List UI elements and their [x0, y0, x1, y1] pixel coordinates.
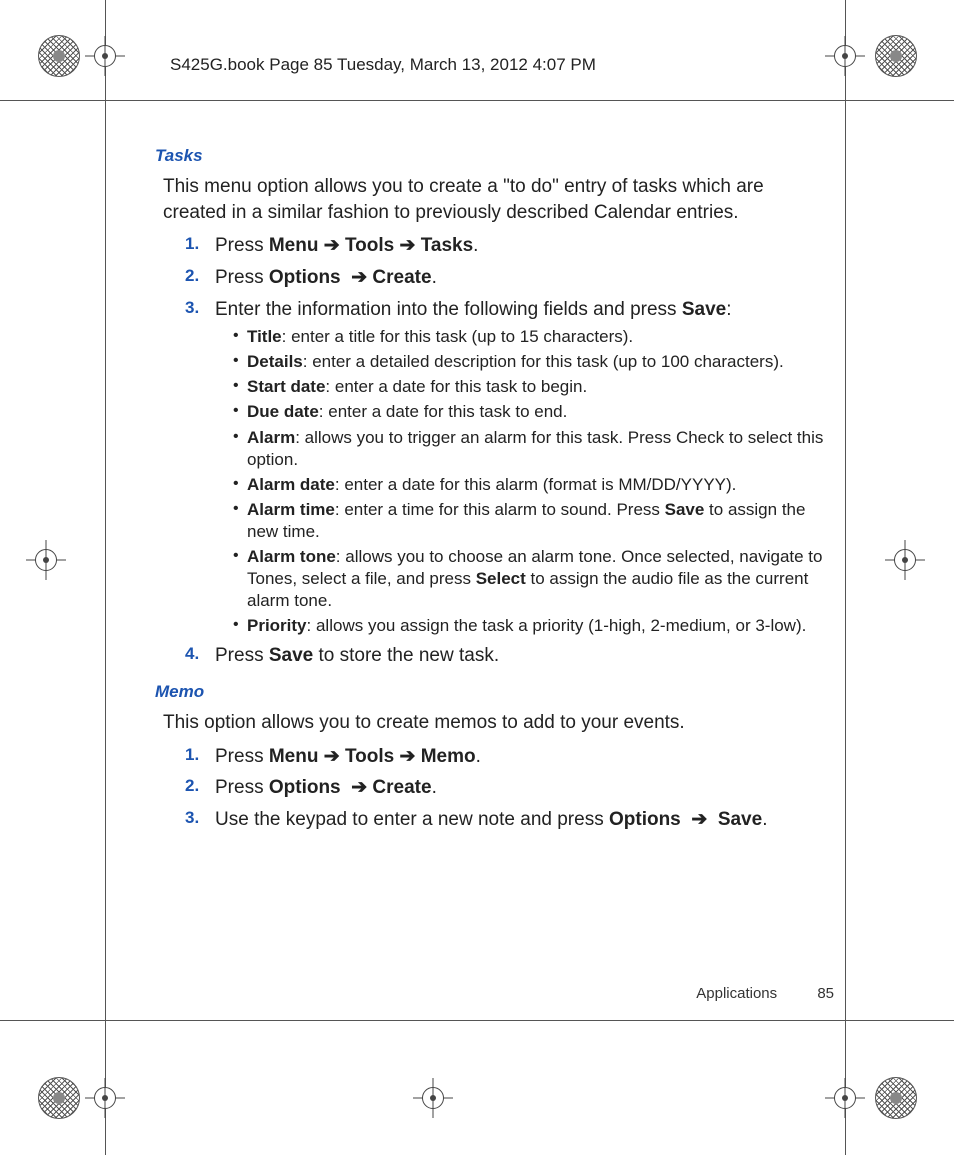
step-text: Enter the information into the following…: [215, 299, 731, 320]
step-text: Press Options ➔ Create.: [215, 777, 437, 798]
arrow-icon: ➔: [400, 746, 416, 767]
page-footer: Applications 85: [696, 985, 834, 1002]
header-text: S425G.book Page 85 Tuesday, March 13, 20…: [170, 55, 596, 75]
tasks-steps: 1. Press Menu ➔ Tools ➔ Tasks. 2. Press …: [185, 233, 825, 669]
registration-mark-icon: [825, 1078, 865, 1118]
arrow-icon: ➔: [324, 235, 340, 256]
step-number: 3.: [185, 297, 199, 320]
section-heading-tasks: Tasks: [155, 145, 825, 168]
list-item: Alarm tone: allows you to choose an alar…: [233, 546, 825, 612]
list-item: Details: enter a detailed description fo…: [233, 351, 825, 373]
crop-line-left: [105, 0, 106, 1155]
step-number: 1.: [185, 233, 199, 256]
step-text: Press Save to store the new task.: [215, 645, 499, 666]
step-number: 3.: [185, 807, 199, 830]
step-text: Press Menu ➔ Tools ➔ Memo.: [215, 746, 481, 767]
arrow-icon: ➔: [324, 746, 340, 767]
arrow-icon: ➔: [691, 809, 707, 830]
registration-mark-icon: [26, 540, 66, 580]
field-list: Title: enter a title for this task (up t…: [233, 326, 825, 637]
registration-mark-icon: [85, 1078, 125, 1118]
corner-hatch-icon: [38, 35, 80, 77]
crop-line-right: [845, 0, 846, 1155]
corner-hatch-icon: [875, 1077, 917, 1119]
arrow-icon: ➔: [400, 235, 416, 256]
registration-mark-icon: [885, 540, 925, 580]
tasks-intro: This menu option allows you to create a …: [163, 174, 825, 225]
memo-steps: 1. Press Menu ➔ Tools ➔ Memo. 2. Press O…: [185, 744, 825, 833]
list-item: Alarm: allows you to trigger an alarm fo…: [233, 427, 825, 471]
corner-hatch-icon: [875, 35, 917, 77]
list-item: Alarm time: enter a time for this alarm …: [233, 499, 825, 543]
registration-mark-icon: [85, 36, 125, 76]
step-2: 2. Press Options ➔ Create.: [185, 265, 825, 291]
step-2: 2. Press Options ➔ Create.: [185, 775, 825, 801]
step-1: 1. Press Menu ➔ Tools ➔ Tasks.: [185, 233, 825, 259]
crop-line-top: [0, 100, 954, 101]
step-4: 4. Press Save to store the new task.: [185, 643, 825, 669]
memo-intro: This option allows you to create memos t…: [163, 710, 825, 736]
step-1: 1. Press Menu ➔ Tools ➔ Memo.: [185, 744, 825, 770]
step-text: Use the keypad to enter a new note and p…: [215, 809, 767, 830]
step-text: Press Menu ➔ Tools ➔ Tasks.: [215, 235, 478, 256]
arrow-icon: ➔: [351, 267, 367, 288]
list-item: Start date: enter a date for this task t…: [233, 376, 825, 398]
registration-mark-icon: [413, 1078, 453, 1118]
list-item: Due date: enter a date for this task to …: [233, 401, 825, 423]
corner-hatch-icon: [38, 1077, 80, 1119]
list-item: Alarm date: enter a date for this alarm …: [233, 474, 825, 496]
step-number: 2.: [185, 265, 199, 288]
step-3: 3. Enter the information into the follow…: [185, 297, 825, 638]
step-3: 3. Use the keypad to enter a new note an…: [185, 807, 825, 833]
list-item: Title: enter a title for this task (up t…: [233, 326, 825, 348]
registration-mark-icon: [825, 36, 865, 76]
page-body: Tasks This menu option allows you to cre…: [155, 145, 825, 839]
step-number: 1.: [185, 744, 199, 767]
step-number: 4.: [185, 643, 199, 666]
list-item: Priority: allows you assign the task a p…: [233, 615, 825, 637]
arrow-icon: ➔: [351, 777, 367, 798]
step-text: Press Options ➔ Create.: [215, 267, 437, 288]
section-heading-memo: Memo: [155, 681, 825, 704]
step-number: 2.: [185, 775, 199, 798]
footer-section: Applications: [696, 985, 777, 1002]
crop-line-bottom: [0, 1020, 954, 1021]
page-number: 85: [817, 985, 834, 1002]
